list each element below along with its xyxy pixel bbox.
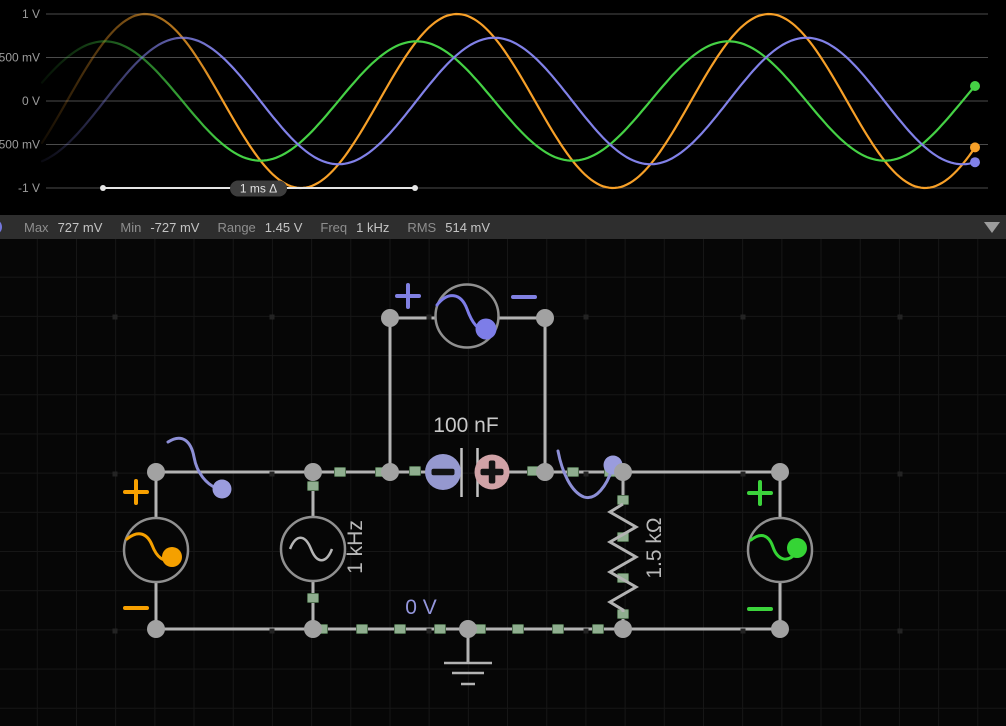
grid-dot [584,472,589,477]
measurement-rms: RMS 514 mV [407,220,490,235]
current-flow-dot [553,625,564,634]
capacitor-value-label: 100 nF [433,414,498,437]
scale-bar-endpoint[interactable] [412,185,418,191]
plus-terminal-icon [749,482,771,504]
measurement-value: 514 mV [445,220,490,235]
grid-dot [741,629,746,634]
grid-dot [584,315,589,320]
grid-dot [270,472,275,477]
grid-dot [898,629,903,634]
junction-node[interactable] [459,620,477,638]
resistor-component[interactable]: 1.5 kΩ [610,504,666,612]
measurement-value: 1 kHz [356,220,389,235]
grid-dot [113,629,118,634]
current-flow-dot [357,625,368,634]
grid-dot [427,629,432,634]
time-scale-label: 1 ms Δ [240,182,277,196]
ground-voltage-label: 0 V [405,596,437,619]
resistor-zigzag[interactable] [610,504,636,612]
junction-node[interactable] [381,463,399,481]
junction-node[interactable] [536,463,554,481]
current-flow-dot [568,468,579,477]
probe-dot [162,547,182,567]
current-flow-dot [593,625,604,634]
measurement-min: Min -727 mV [120,220,199,235]
junction-node[interactable] [536,309,554,327]
measurement-range: Range 1.45 V [217,220,302,235]
grid-dot [584,629,589,634]
measurement-value: 727 mV [58,220,103,235]
current-flow-dot [395,625,406,634]
wires [156,318,780,629]
voltage-source-freq-label: 1 kHz [344,520,367,574]
measurement-label: Freq [320,220,347,235]
selected-trace-indicator[interactable] [0,219,5,235]
probe-wire-marker-left[interactable] [168,438,232,498]
grid-dot [113,472,118,477]
scale-bar-endpoint[interactable] [100,185,106,191]
grid-dot [898,472,903,477]
measurement-status-bar[interactable]: Max 727 mV Min -727 mV Range 1.45 V Freq… [0,215,1006,239]
current-flow-dot [410,467,421,476]
probe-dot [213,480,232,499]
y-axis-label: 500 mV [0,51,40,65]
time-scale-bar[interactable]: 1 ms Δ [100,181,418,197]
current-flow-dot [435,625,446,634]
current-flow-dot [308,594,319,603]
trace-endpoint-resistor [970,81,980,91]
trace-endpoint-source [970,142,980,152]
voltage-source-component[interactable]: 1 kHz [281,517,367,581]
measurement-value: 1.45 V [265,220,303,235]
junction-node[interactable] [304,620,322,638]
grid-dot [270,629,275,634]
y-axis-label: 0 V [22,94,40,108]
junction-node[interactable] [381,309,399,327]
junction-node[interactable] [771,620,789,638]
oscilloscope-panel[interactable]: 1 V 500 mV 0 V -500 mV -1 V 1 ms Δ [0,0,1006,215]
trace-endpoint-capacitor [970,157,980,167]
circuit-canvas[interactable]: 1.5 kΩ 100 nF 1 kHz [0,239,1006,726]
junction-node[interactable] [614,463,632,481]
minus-glyph [432,469,455,476]
plus-terminal-icon [397,285,419,307]
resistor-value-label: 1.5 kΩ [643,517,666,578]
measurement-label: Max [24,220,49,235]
junction-node[interactable] [771,463,789,481]
measurement-label: Range [217,220,255,235]
grid-dot [898,315,903,320]
scope-probe-sine-icon [168,438,216,488]
measurement-label: Min [120,220,141,235]
grid-dot [741,315,746,320]
measurement-label: RMS [407,220,436,235]
scope-probe-top[interactable] [397,285,535,348]
current-flow-dot [335,468,346,477]
plus-glyph-v [489,461,496,484]
grid-dot [113,315,118,320]
grid-dot [427,315,432,320]
ground-icon [444,663,492,684]
grid-dot [270,315,275,320]
junction-node[interactable] [147,620,165,638]
measurement-value: -727 mV [150,220,199,235]
junction-node[interactable] [147,463,165,481]
probe-dot [476,319,497,340]
current-flow-dot [513,625,524,634]
y-axis-label: -1 V [18,181,40,195]
junction-node[interactable] [614,620,632,638]
measurement-max: Max 727 mV [24,220,102,235]
grid-dot [741,472,746,477]
current-flow-dot [618,496,629,505]
measurement-freq: Freq 1 kHz [320,220,389,235]
current-flow-dot [308,482,319,491]
y-axis-label: 1 V [22,7,40,21]
plus-terminal-icon [125,481,147,503]
circuit-simulator-app: 1 V 500 mV 0 V -500 mV -1 V 1 ms Δ Max 7… [0,0,1006,726]
capacitor-component[interactable]: 100 nF [425,414,510,497]
triangle-down-icon[interactable] [984,222,1000,233]
junction-node[interactable] [304,463,322,481]
probe-dot [787,538,807,558]
y-axis-label: -500 mV [0,138,40,152]
